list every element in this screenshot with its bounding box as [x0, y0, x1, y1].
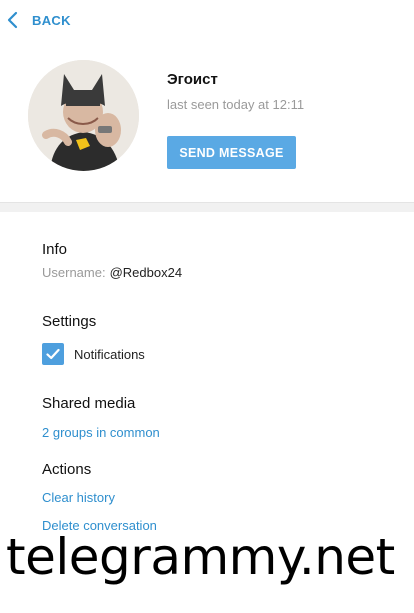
username-key: Username:: [42, 265, 106, 280]
checkmark-icon: [46, 348, 60, 360]
username-value: @Redbox24: [109, 265, 183, 280]
watermark-text: telegrammy.net: [6, 528, 395, 586]
clear-history-link[interactable]: Clear history: [42, 490, 115, 505]
shared-media-heading: Shared media: [42, 395, 136, 412]
section-divider: [0, 202, 414, 212]
back-label: BACK: [32, 12, 71, 28]
groups-in-common-link[interactable]: 2 groups in common: [42, 425, 160, 440]
watermark: telegrammy.net: [6, 528, 406, 586]
username-row: Username: @Redbox24: [42, 265, 182, 280]
avatar[interactable]: [28, 60, 139, 171]
back-button[interactable]: BACK: [6, 10, 71, 30]
actions-heading: Actions: [42, 461, 92, 478]
avatar-image: [28, 60, 139, 171]
notifications-label: Notifications: [74, 346, 145, 362]
contact-name: Эгоист: [167, 71, 218, 88]
info-heading: Info: [42, 241, 68, 258]
notifications-toggle[interactable]: Notifications: [42, 343, 145, 365]
notifications-checkbox[interactable]: [42, 343, 64, 365]
settings-heading: Settings: [42, 313, 97, 330]
chevron-left-icon: [7, 11, 18, 29]
last-seen-status: last seen today at 12:11: [167, 97, 305, 112]
send-message-button[interactable]: SEND MESSAGE: [167, 136, 296, 169]
